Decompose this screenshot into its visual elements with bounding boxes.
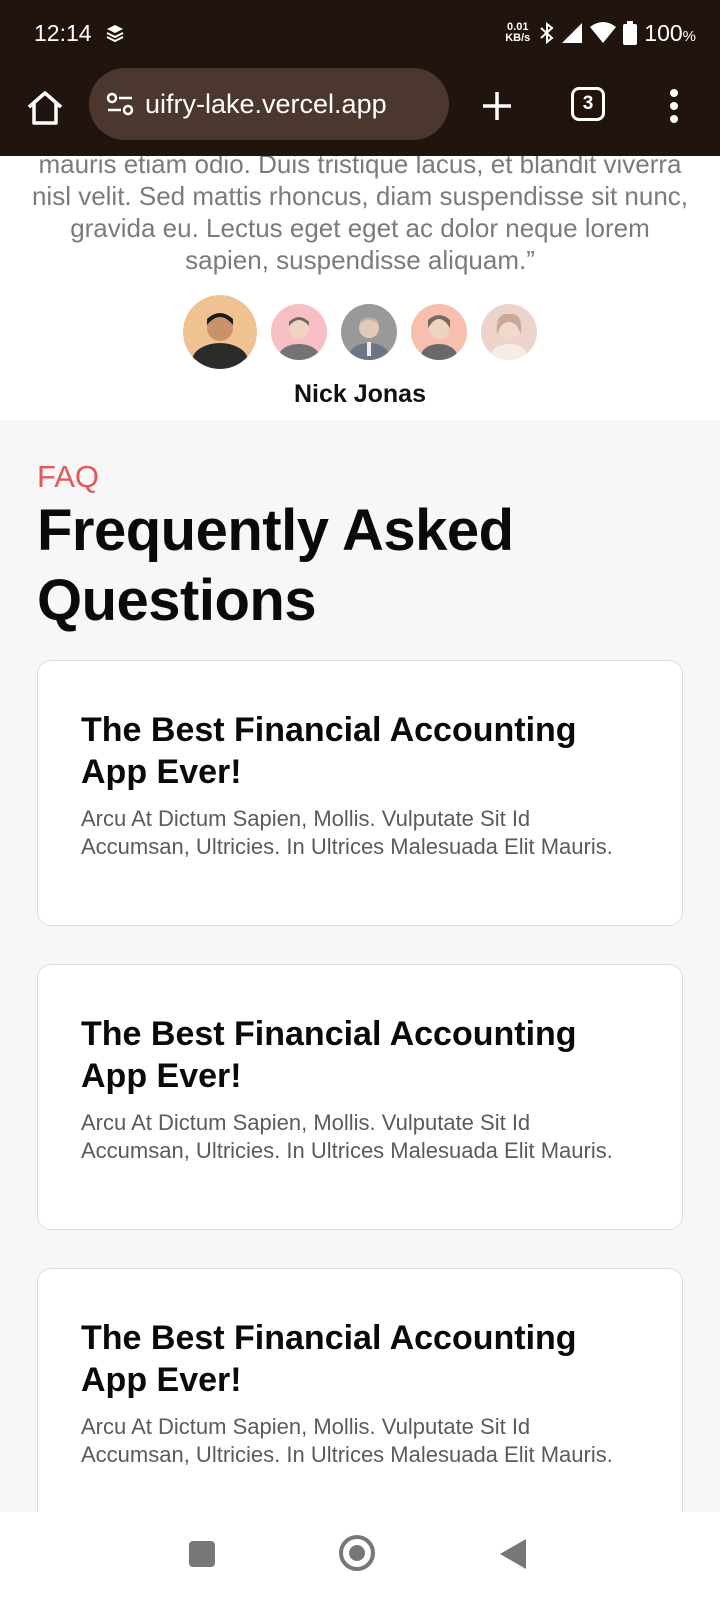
testimonial-section: mauris etiam odio. Duis tristique lacus,… xyxy=(0,156,720,420)
avatar[interactable] xyxy=(183,295,257,369)
testimonial-quote: mauris etiam odio. Duis tristique lacus,… xyxy=(31,156,689,275)
page-content: mauris etiam odio. Duis tristique lacus,… xyxy=(0,156,720,1512)
battery-icon xyxy=(623,21,638,45)
faq-kicker: FAQ xyxy=(37,459,100,494)
tab-switcher-button[interactable]: 3 xyxy=(571,87,605,121)
system-nav-bar xyxy=(0,1512,720,1600)
faq-answer: Arcu At Dictum Sapien, Mollis. Vulputate… xyxy=(81,1414,613,1467)
home-button[interactable] xyxy=(339,1535,375,1571)
faq-question: The Best Financial Accounting App Ever! xyxy=(81,711,577,791)
faq-question: The Best Financial Accounting App Ever! xyxy=(81,1319,577,1399)
faq-item[interactable]: The Best Financial Accounting App Ever! … xyxy=(37,660,683,926)
new-tab-icon[interactable] xyxy=(477,86,517,126)
avatar[interactable] xyxy=(481,304,537,360)
faq-answer: Arcu At Dictum Sapien, Mollis. Vulputate… xyxy=(81,806,613,859)
testimonial-author: Nick Jonas xyxy=(293,380,426,408)
faq-item[interactable]: The Best Financial Accounting App Ever! … xyxy=(37,1268,683,1512)
back-button[interactable] xyxy=(500,1539,526,1569)
faq-question: The Best Financial Accounting App Ever! xyxy=(81,1015,577,1095)
avatar[interactable] xyxy=(271,304,327,360)
site-settings-icon[interactable] xyxy=(105,89,135,119)
layers-icon xyxy=(106,25,124,43)
recents-button[interactable] xyxy=(189,1541,215,1567)
signal-icon xyxy=(562,23,583,43)
faq-title: Frequently Asked Questions xyxy=(37,498,514,633)
browser-toolbar: uifry-lake.vercel.app 3 xyxy=(0,66,720,156)
battery-percent: 100% xyxy=(644,19,696,46)
wifi-icon xyxy=(590,22,617,43)
avatar[interactable] xyxy=(341,304,397,360)
network-speed: 0.01 KB/s xyxy=(505,21,531,44)
faq-item[interactable]: The Best Financial Accounting App Ever! … xyxy=(37,964,683,1230)
home-icon[interactable] xyxy=(24,87,66,129)
status-time: 12:14 xyxy=(34,20,92,46)
avatar-selector xyxy=(0,295,720,369)
faq-answer: Arcu At Dictum Sapien, Mollis. Vulputate… xyxy=(81,1110,613,1163)
more-options-icon[interactable] xyxy=(664,86,684,126)
address-bar[interactable]: uifry-lake.vercel.app xyxy=(89,68,449,140)
bluetooth-icon xyxy=(540,21,554,45)
avatar[interactable] xyxy=(411,304,467,360)
url-text: uifry-lake.vercel.app xyxy=(145,88,387,119)
status-bar: 12:14 0.01 KB/s 100% xyxy=(0,0,720,66)
